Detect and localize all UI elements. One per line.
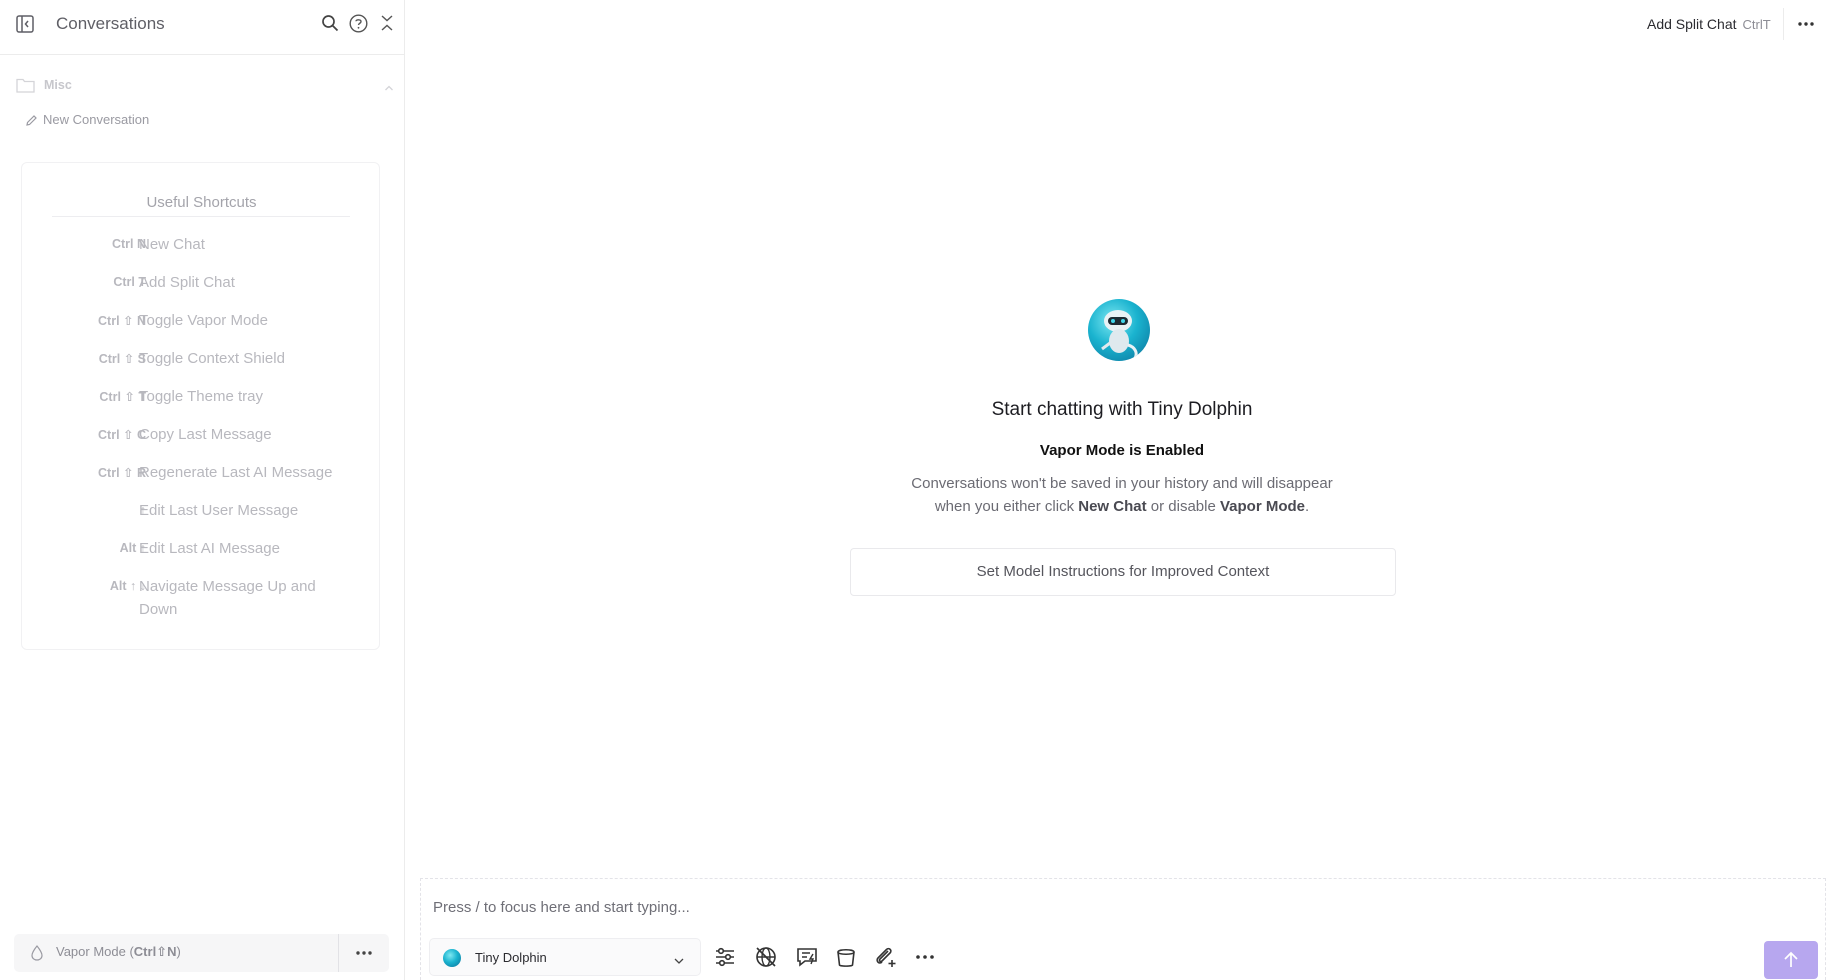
model-avatar — [1088, 299, 1150, 361]
folder-icon — [16, 77, 35, 93]
model-selector[interactable]: Tiny Dolphin — [429, 938, 701, 976]
vapor-mode-status: Vapor Mode is Enabled — [1039, 442, 1205, 459]
shortcuts-divider — [52, 216, 350, 217]
set-model-instructions-button[interactable]: Set Model Instructions for Improved Cont… — [850, 548, 1396, 596]
folder-label: Misc — [44, 78, 72, 92]
divider — [1783, 8, 1784, 40]
new-conversation-label: New Conversation — [43, 112, 150, 127]
folder-misc[interactable]: Misc — [16, 76, 394, 96]
globe-off-icon[interactable] — [754, 945, 778, 969]
more-icon[interactable] — [1795, 16, 1817, 32]
hero-title: Start chatting with Tiny Dolphin — [991, 399, 1253, 420]
shortcut-label: Toggle Context Shield — [139, 350, 285, 367]
sliders-icon[interactable] — [713, 945, 737, 969]
chevron-up-icon[interactable] — [384, 80, 394, 91]
vapor-mode-toggle[interactable]: Vapor Mode (Ctrl⇧N) — [14, 934, 389, 972]
model-name: Tiny Dolphin — [475, 950, 547, 965]
shortcuts-panel: Useful Shortcuts Ctrl N New Chat Ctrl T … — [21, 162, 380, 650]
collapse-icon[interactable] — [380, 14, 394, 32]
divider — [338, 934, 339, 972]
vapor-mode-description: Conversations won't be saved in your his… — [911, 475, 1333, 515]
shortcut-label: Toggle Theme tray — [139, 388, 263, 405]
shortcut-label: Toggle Vapor Mode — [139, 312, 268, 329]
shortcut-label: Edit Last AI Message — [139, 540, 280, 557]
shortcut-label: Navigate Message Up and Down — [139, 578, 316, 618]
search-icon[interactable] — [321, 14, 339, 32]
chat-bolt-icon[interactable] — [795, 945, 819, 969]
more-icon[interactable] — [352, 945, 376, 961]
shortcut-label: Edit Last User Message — [139, 502, 299, 519]
sidebar-header: Conversations — [0, 0, 404, 55]
composer: Tiny Dolphin — [420, 878, 1826, 980]
arrow-up-icon — [1784, 951, 1798, 967]
pencil-icon — [26, 115, 37, 126]
more-icon[interactable] — [913, 945, 937, 969]
sidebar-title: Conversations — [56, 14, 165, 33]
vapor-mode-label: Vapor Mode (Ctrl⇧N) — [56, 944, 181, 959]
shortcut-label: New Chat — [139, 236, 205, 253]
sidebar-toggle-icon[interactable] — [16, 15, 34, 33]
shortcut-label: Regenerate Last AI Message — [139, 464, 333, 481]
help-icon[interactable] — [349, 14, 368, 33]
send-button[interactable] — [1764, 941, 1818, 979]
model-avatar-small — [443, 949, 461, 967]
vapor-drop-icon — [30, 945, 44, 961]
attach-plus-icon[interactable] — [873, 945, 897, 969]
chevron-down-icon — [674, 953, 684, 964]
add-split-chat-button[interactable]: Add Split Chat CtrlT — [1647, 16, 1771, 32]
shortcut-label: Copy Last Message — [139, 426, 272, 443]
message-input[interactable] — [433, 899, 1633, 916]
shortcut-label: Add Split Chat — [139, 274, 235, 291]
shortcuts-title: Useful Shortcuts — [146, 194, 257, 211]
bucket-icon[interactable] — [834, 945, 858, 969]
sidebar: Conversations Misc New Conversation Usef… — [0, 0, 405, 980]
app-window: Conversations Misc New Conversation Usef… — [0, 0, 1832, 980]
